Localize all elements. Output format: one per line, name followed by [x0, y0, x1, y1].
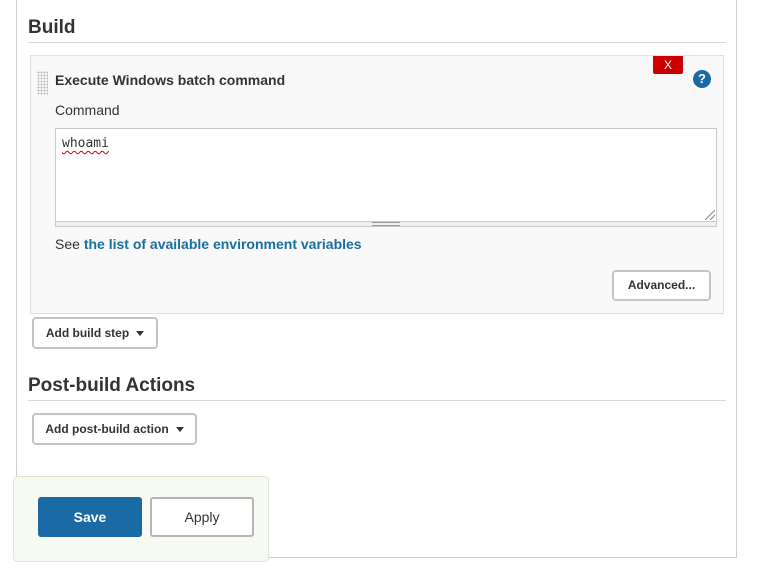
textarea-resize-handle-icon[interactable] — [705, 210, 715, 220]
apply-button[interactable]: Apply — [150, 497, 254, 537]
post-build-section-divider — [28, 400, 726, 401]
command-label: Command — [55, 102, 120, 118]
build-section-divider — [28, 42, 726, 43]
help-icon[interactable]: ? — [693, 70, 711, 88]
page-frame-right — [736, 0, 737, 558]
add-build-step-button[interactable]: Add build step — [32, 317, 158, 349]
caret-down-icon — [136, 331, 145, 337]
grip-lines-icon — [372, 222, 400, 226]
page-frame-left — [16, 0, 17, 477]
build-step-panel: Execute Windows batch command X ? Comman… — [30, 55, 724, 314]
drag-handle-icon[interactable] — [37, 71, 48, 95]
command-textarea[interactable]: whoami — [55, 128, 717, 222]
env-hint-prefix: See — [55, 236, 84, 252]
caret-down-icon — [175, 427, 184, 433]
command-value: whoami — [62, 136, 109, 151]
save-button[interactable]: Save — [38, 497, 142, 537]
delete-step-button[interactable]: X — [653, 56, 683, 74]
env-variables-link[interactable]: the list of available environment variab… — [84, 236, 362, 252]
post-build-section-title: Post-build Actions — [28, 375, 196, 396]
add-build-step-label: Add build step — [45, 326, 130, 340]
build-section-title: Build — [28, 17, 76, 38]
textarea-expand-grip[interactable] — [55, 222, 717, 227]
advanced-button[interactable]: Advanced... — [612, 270, 711, 301]
env-variables-hint: See the list of available environment va… — [55, 236, 362, 252]
add-post-build-action-button[interactable]: Add post-build action — [32, 413, 197, 445]
add-post-build-action-label: Add post-build action — [45, 422, 169, 436]
build-step-title: Execute Windows batch command — [55, 72, 286, 88]
page-frame-bottom — [268, 557, 737, 558]
